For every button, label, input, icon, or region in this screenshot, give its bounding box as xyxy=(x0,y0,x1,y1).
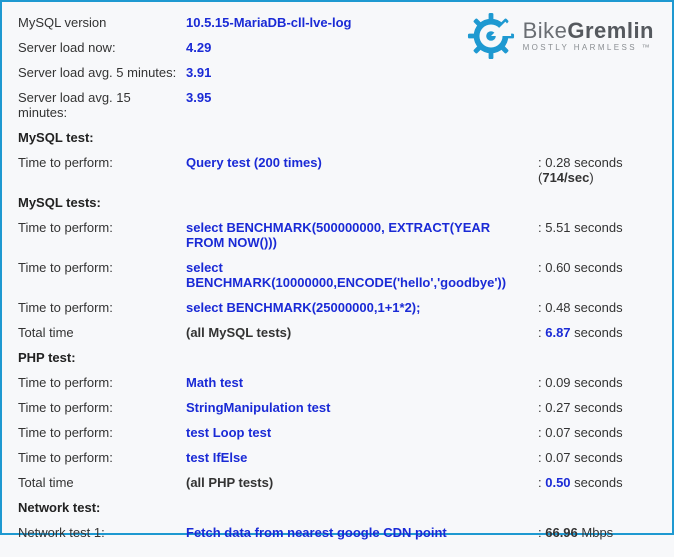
php-test-row: Time to perform: StringManipulation test… xyxy=(14,395,660,420)
row-label: Time to perform: xyxy=(14,215,182,255)
server-load-15-row: Server load avg. 15 minutes: 3.95 xyxy=(14,85,660,125)
row-desc: (all MySQL tests) xyxy=(182,320,534,345)
mysql-test-query-row: Time to perform: Query test (200 times) … xyxy=(14,150,660,190)
row-desc: select BENCHMARK(25000000,1+1*2); xyxy=(182,295,534,320)
php-test-row: Time to perform: test IfElse : 0.07 seco… xyxy=(14,445,660,470)
php-test-total-row: Total time (all PHP tests) : 0.50 second… xyxy=(14,470,660,495)
row-desc: (all PHP tests) xyxy=(182,470,534,495)
network-test-heading: Network test: xyxy=(14,495,660,520)
row-desc: select BENCHMARK(10000000,ENCODE('hello'… xyxy=(182,255,534,295)
mysql-tests-row: Time to perform: select BENCHMARK(100000… xyxy=(14,255,660,295)
row-result: : 66.96 Mbps xyxy=(534,520,660,545)
row-desc: Fetch data from nearest google CDN point xyxy=(182,520,534,545)
row-result: : 0.28 seconds(714/sec) xyxy=(534,150,660,190)
row-label: Total time xyxy=(14,320,182,345)
brand-logo: BikeGremlin MOSTLY HARMLESS ™ xyxy=(467,12,654,60)
row-desc: Math test xyxy=(182,370,534,395)
mysql-test-heading: MySQL test: xyxy=(14,125,660,150)
row-desc: test Loop test xyxy=(182,420,534,445)
row-label: Time to perform: xyxy=(14,370,182,395)
row-label: Time to perform: xyxy=(14,420,182,445)
row-label: Total time xyxy=(14,470,182,495)
php-test-row: Time to perform: Math test : 0.09 second… xyxy=(14,370,660,395)
row-desc: test IfElse xyxy=(182,445,534,470)
row-label: Time to perform: xyxy=(14,150,182,190)
row-result: : 0.09 seconds xyxy=(534,370,660,395)
row-label: Time to perform: xyxy=(14,395,182,420)
server-load-5-row: Server load avg. 5 minutes: 3.91 xyxy=(14,60,660,85)
row-result: : 0.48 seconds xyxy=(534,295,660,320)
network-test-row: Network test 1: Fetch data from nearest … xyxy=(14,520,660,545)
row-label: Network test 1: xyxy=(14,520,182,545)
mysql-tests-heading: MySQL tests: xyxy=(14,190,660,215)
brand-name: BikeGremlin xyxy=(523,20,654,42)
row-desc: select BENCHMARK(500000000, EXTRACT(YEAR… xyxy=(182,215,534,255)
server-load-now-label: Server load now: xyxy=(14,35,182,60)
row-result: : 6.87 seconds xyxy=(534,320,660,345)
row-result: : 0.07 seconds xyxy=(534,420,660,445)
benchmark-table: MySQL version 10.5.15-MariaDB-cll-lve-lo… xyxy=(14,10,660,545)
mysql-tests-total-row: Total time (all MySQL tests) : 6.87 seco… xyxy=(14,320,660,345)
row-label: Time to perform: xyxy=(14,255,182,295)
server-load-5-value: 3.91 xyxy=(182,60,534,85)
row-result: : 0.07 seconds xyxy=(534,445,660,470)
brand-tagline: MOSTLY HARMLESS ™ xyxy=(523,44,654,52)
server-load-5-label: Server load avg. 5 minutes: xyxy=(14,60,182,85)
row-result: : 0.27 seconds xyxy=(534,395,660,420)
gear-icon xyxy=(467,12,515,60)
php-test-heading: PHP test: xyxy=(14,345,660,370)
row-desc: Query test (200 times) xyxy=(182,150,534,190)
php-test-row: Time to perform: test Loop test : 0.07 s… xyxy=(14,420,660,445)
mysql-version-label: MySQL version xyxy=(14,10,182,35)
mysql-tests-row: Time to perform: select BENCHMARK(250000… xyxy=(14,295,660,320)
row-desc: StringManipulation test xyxy=(182,395,534,420)
mysql-tests-row: Time to perform: select BENCHMARK(500000… xyxy=(14,215,660,255)
row-result: : 0.60 seconds xyxy=(534,255,660,295)
server-load-15-label: Server load avg. 15 minutes: xyxy=(14,85,182,125)
row-result: : 0.50 seconds xyxy=(534,470,660,495)
row-label: Time to perform: xyxy=(14,445,182,470)
row-label: Time to perform: xyxy=(14,295,182,320)
server-load-15-value: 3.95 xyxy=(182,85,534,125)
row-result: : 5.51 seconds xyxy=(534,215,660,255)
